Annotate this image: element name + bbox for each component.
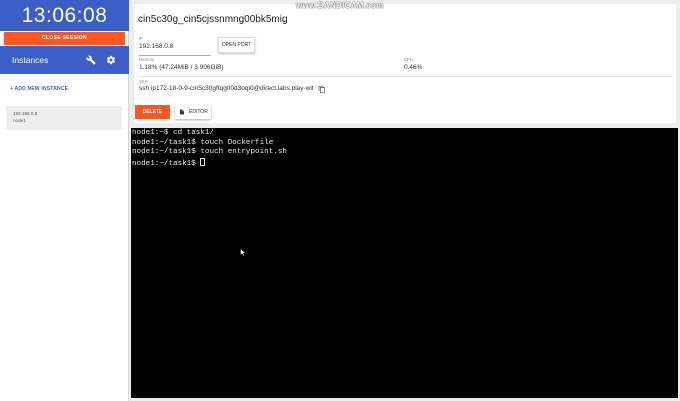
cpu-label: CPU xyxy=(404,57,413,62)
session-timer: 13:06:08 xyxy=(0,0,129,31)
memory-value: 1.18% (47.24MiB / 3.906GiB) xyxy=(139,64,224,71)
recorder-watermark: www.BANDICAM.com xyxy=(296,1,384,10)
terminal-line: node1:~$ cd task1/ xyxy=(132,129,215,137)
terminal-line: node1:~/task1$ touch Dockerfile xyxy=(132,138,274,147)
editor-label: EDITOR xyxy=(189,109,208,115)
copy-icon[interactable] xyxy=(318,85,326,94)
terminal-line: node1:~/task1$ touch entrypoint.sh xyxy=(132,148,287,156)
terminal[interactable]: node1:~$ cd task1/ node1:~/task1$ touch … xyxy=(131,128,678,398)
instances-title: Instances xyxy=(12,55,49,65)
divider xyxy=(138,76,672,77)
instance-panel: cin5c30g_cin5cjssnmng00bk5mig IP 192.168… xyxy=(134,4,676,123)
terminal-prompt: node1:~/task1$ xyxy=(132,159,201,168)
ip-label: IP xyxy=(139,36,143,41)
file-icon xyxy=(180,109,184,115)
memory-label: Memory xyxy=(139,57,155,62)
editor-button[interactable]: EDITOR xyxy=(175,105,211,119)
ip-value[interactable]: 192.168.0.8 xyxy=(139,43,173,50)
cpu-value: 0.46% xyxy=(404,64,423,71)
instance-title: cin5c30g_cin5cjssnmng00bk5mig xyxy=(138,14,288,25)
instance-list-item[interactable]: 192.168.0.8 node1 xyxy=(6,106,122,130)
terminal-cursor xyxy=(200,157,206,166)
instance-ip: 192.168.0.8 xyxy=(13,111,38,116)
open-port-button[interactable]: OPEN PORT xyxy=(218,37,255,53)
close-session-button[interactable]: CLOSE SESSION xyxy=(4,32,125,45)
instances-header: Instances xyxy=(0,46,129,74)
app-root: 13:06:08 CLOSE SESSION Instances + ADD N… xyxy=(0,0,680,401)
wrench-icon[interactable] xyxy=(86,55,96,65)
terminal-prompt-line: node1:~/task1$ xyxy=(132,157,678,168)
ip-underline xyxy=(139,55,211,56)
delete-button[interactable]: DELETE xyxy=(135,105,170,119)
gear-icon[interactable] xyxy=(106,55,116,65)
mouse-pointer-icon xyxy=(240,248,246,257)
instance-name: node1 xyxy=(13,118,26,123)
ssh-label: SSH xyxy=(139,79,148,84)
sidebar: 13:06:08 CLOSE SESSION Instances + ADD N… xyxy=(0,0,129,401)
ssh-value[interactable]: ssh ip172-18-0-9-cin5c30gftqg00d3oqi0@di… xyxy=(139,85,314,92)
add-new-instance-button[interactable]: + ADD NEW INSTANCE xyxy=(10,86,68,92)
